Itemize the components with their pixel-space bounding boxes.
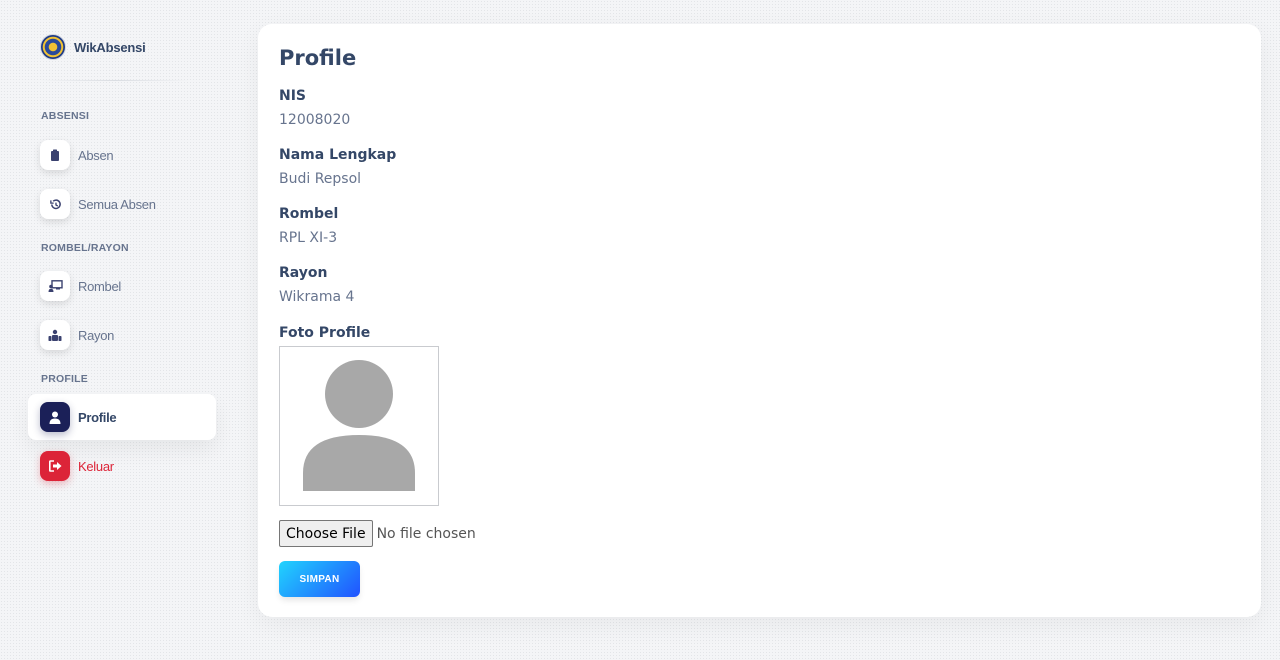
brand-name: WikAbsensi xyxy=(74,39,146,55)
brand[interactable]: WikAbsensi xyxy=(40,34,146,60)
sidebar-item-rayon[interactable]: Rayon xyxy=(28,312,216,358)
field-label-foto-profile: Foto Profile xyxy=(279,325,371,341)
user-icon xyxy=(40,402,70,432)
sidebar-item-keluar[interactable]: Keluar xyxy=(28,443,216,489)
field-label-rayon: Rayon xyxy=(279,265,328,281)
field-label-nis: NIS xyxy=(279,88,307,104)
file-input[interactable]: Choose File No file chosen xyxy=(279,520,476,547)
sidebar-item-rombel[interactable]: Rombel xyxy=(28,263,216,309)
field-value-rombel: RPL XI-3 xyxy=(279,230,338,246)
clipboard-icon xyxy=(40,140,70,170)
sidebar-item-label: Rombel xyxy=(78,278,121,294)
file-status: No file chosen xyxy=(376,525,476,542)
sidebar-item-label: Keluar xyxy=(78,458,114,474)
sign-out-icon xyxy=(40,451,70,481)
section-title-absensi: ABSENSI xyxy=(41,110,90,122)
field-value-rayon: Wikrama 4 xyxy=(279,289,355,305)
chalkboard-teacher-icon xyxy=(40,271,70,301)
page-title: Profile xyxy=(279,46,357,70)
profile-card: Profile NIS 12008020 Nama Lengkap Budi R… xyxy=(258,24,1261,617)
choose-file-button[interactable]: Choose File xyxy=(279,520,373,547)
sidebar-divider xyxy=(40,80,190,81)
profile-photo xyxy=(279,346,439,506)
avatar-placeholder-icon xyxy=(303,360,415,491)
sidebar-item-absen[interactable]: Absen xyxy=(28,132,216,178)
users-group-icon xyxy=(40,320,70,350)
sidebar: WikAbsensi ABSENSI Absen Semua Absen ROM… xyxy=(0,0,230,660)
field-value-nama-lengkap: Budi Repsol xyxy=(279,171,362,187)
sidebar-item-label: Semua Absen xyxy=(78,196,156,212)
save-button[interactable]: SIMPAN xyxy=(279,561,360,597)
sidebar-item-label: Rayon xyxy=(78,327,115,343)
section-title-profile: PROFILE xyxy=(41,373,88,385)
history-icon xyxy=(40,189,70,219)
sidebar-item-profile[interactable]: Profile xyxy=(28,394,216,440)
field-label-rombel: Rombel xyxy=(279,206,339,222)
sidebar-item-semua-absen[interactable]: Semua Absen xyxy=(28,181,216,227)
field-value-nis: 12008020 xyxy=(279,112,351,128)
sidebar-item-label: Absen xyxy=(78,147,114,163)
sidebar-item-label: Profile xyxy=(78,409,117,425)
section-title-rombel-rayon: ROMBEL/RAYON xyxy=(41,242,129,254)
field-label-nama-lengkap: Nama Lengkap xyxy=(279,147,397,163)
school-logo xyxy=(40,34,66,60)
